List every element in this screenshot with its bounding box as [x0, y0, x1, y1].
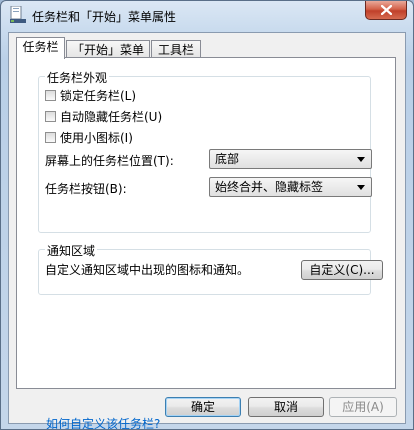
- auto-hide-option[interactable]: 自动隐藏任务栏(U): [45, 108, 163, 124]
- taskbar-buttons-label: 任务栏按钮(B):: [45, 182, 127, 196]
- help-link[interactable]: 如何自定义该任务栏?: [46, 415, 160, 429]
- tab-taskbar[interactable]: 任务栏: [16, 37, 65, 59]
- tab-panel-taskbar: 任务栏外观 锁定任务栏(L) 自动隐藏任务栏(U) 使用小图标(I) 屏幕上的任…: [16, 57, 396, 429]
- checkbox-label: 使用小图标(I): [60, 131, 133, 145]
- group-title: 任务栏外观: [45, 69, 110, 86]
- small-icons-option[interactable]: 使用小图标(I): [45, 129, 133, 145]
- cancel-button[interactable]: 取消: [248, 397, 324, 417]
- select-value: 始终合并、隐藏标签: [215, 180, 324, 194]
- chevron-down-icon: [357, 185, 365, 190]
- close-button[interactable]: [365, 1, 407, 20]
- button-label: 取消: [273, 400, 298, 414]
- checkbox-label: 自动隐藏任务栏(U): [60, 110, 163, 124]
- dialog-window: 任务栏和「开始」菜单属性 任务栏 「开始」菜单 工具栏 任务栏外观 锁定任务栏(…: [0, 0, 414, 430]
- notification-description: 自定义通知区域中出现的图标和通知。: [45, 263, 250, 277]
- tab-label: 任务栏: [22, 40, 59, 54]
- dialog-content: 任务栏 「开始」菜单 工具栏 任务栏外观 锁定任务栏(L) 自动隐藏任务栏(U)…: [8, 32, 406, 429]
- taskbar-appearance-group: 任务栏外观 锁定任务栏(L) 自动隐藏任务栏(U) 使用小图标(I) 屏幕上的任…: [38, 69, 372, 233]
- lock-taskbar-option[interactable]: 锁定任务栏(L): [45, 87, 137, 103]
- select-value: 底部: [215, 152, 240, 166]
- notification-area-group: 通知区域 自定义通知区域中出现的图标和通知。 自定义(C)...: [38, 242, 383, 295]
- apply-button[interactable]: 应用(A): [329, 397, 397, 417]
- taskbar-location-label: 屏幕上的任务栏位置(T):: [45, 154, 174, 168]
- taskbar-location-select[interactable]: 底部: [209, 149, 372, 169]
- small-icons-checkbox[interactable]: [45, 132, 56, 143]
- auto-hide-checkbox[interactable]: [45, 111, 56, 122]
- group-title: 通知区域: [45, 242, 98, 259]
- button-label: 确定: [190, 400, 215, 414]
- title-bar[interactable]: 任务栏和「开始」菜单属性: [1, 1, 413, 33]
- tab-label: 「开始」菜单: [71, 43, 144, 57]
- tab-label: 工具栏: [157, 43, 194, 57]
- close-icon: [381, 5, 392, 15]
- chevron-down-icon: [357, 157, 365, 162]
- customize-button[interactable]: 自定义(C)...: [301, 260, 383, 280]
- taskbar-properties-icon: [10, 5, 26, 23]
- lock-taskbar-checkbox[interactable]: [45, 90, 56, 101]
- button-label: 自定义(C)...: [309, 263, 375, 277]
- button-label: 应用(A): [342, 400, 384, 414]
- ok-button[interactable]: 确定: [165, 397, 241, 417]
- window-title: 任务栏和「开始」菜单属性: [32, 10, 177, 24]
- checkbox-label: 锁定任务栏(L): [60, 89, 137, 103]
- taskbar-buttons-select[interactable]: 始终合并、隐藏标签: [209, 177, 372, 197]
